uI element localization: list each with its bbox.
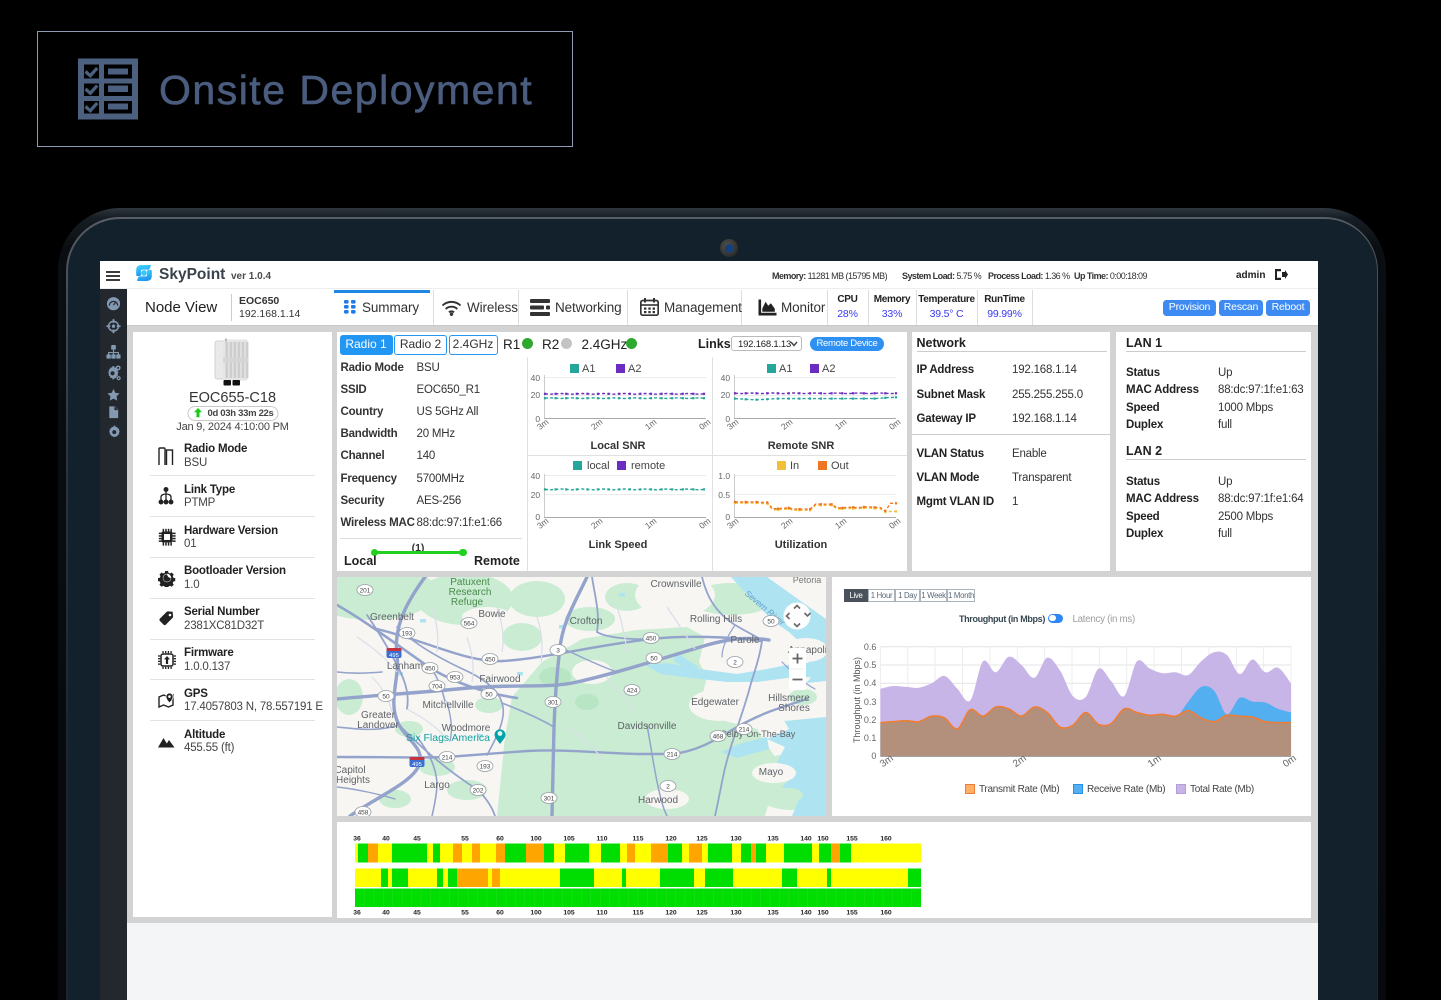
svg-text:36: 36 xyxy=(353,910,361,917)
svg-text:155: 155 xyxy=(846,836,858,843)
svg-text:155: 155 xyxy=(846,910,858,917)
svg-text:115: 115 xyxy=(633,836,644,843)
svg-text:120: 120 xyxy=(665,836,677,843)
svg-text:100: 100 xyxy=(530,910,542,917)
svg-text:55: 55 xyxy=(461,910,469,917)
svg-text:125: 125 xyxy=(696,910,708,917)
svg-text:130: 130 xyxy=(730,910,742,917)
svg-text:135: 135 xyxy=(767,836,779,843)
svg-text:135: 135 xyxy=(767,910,779,917)
svg-text:60: 60 xyxy=(496,836,504,843)
svg-text:130: 130 xyxy=(730,836,742,843)
svg-text:40: 40 xyxy=(382,910,390,917)
svg-text:150: 150 xyxy=(817,836,829,843)
svg-text:55: 55 xyxy=(461,836,469,843)
svg-text:105: 105 xyxy=(563,836,575,843)
svg-text:100: 100 xyxy=(530,836,542,843)
svg-text:140: 140 xyxy=(800,910,812,917)
svg-text:110: 110 xyxy=(597,836,608,843)
svg-text:160: 160 xyxy=(880,836,892,843)
svg-text:45: 45 xyxy=(413,836,421,843)
svg-text:140: 140 xyxy=(800,836,812,843)
svg-text:60: 60 xyxy=(496,910,504,917)
svg-text:120: 120 xyxy=(665,910,677,917)
svg-text:45: 45 xyxy=(413,910,421,917)
svg-text:105: 105 xyxy=(563,910,575,917)
svg-text:40: 40 xyxy=(382,836,390,843)
svg-text:150: 150 xyxy=(817,910,829,917)
svg-text:110: 110 xyxy=(597,910,608,917)
svg-text:115: 115 xyxy=(633,910,644,917)
svg-text:160: 160 xyxy=(880,910,892,917)
svg-text:125: 125 xyxy=(696,836,708,843)
svg-text:36: 36 xyxy=(353,836,361,843)
